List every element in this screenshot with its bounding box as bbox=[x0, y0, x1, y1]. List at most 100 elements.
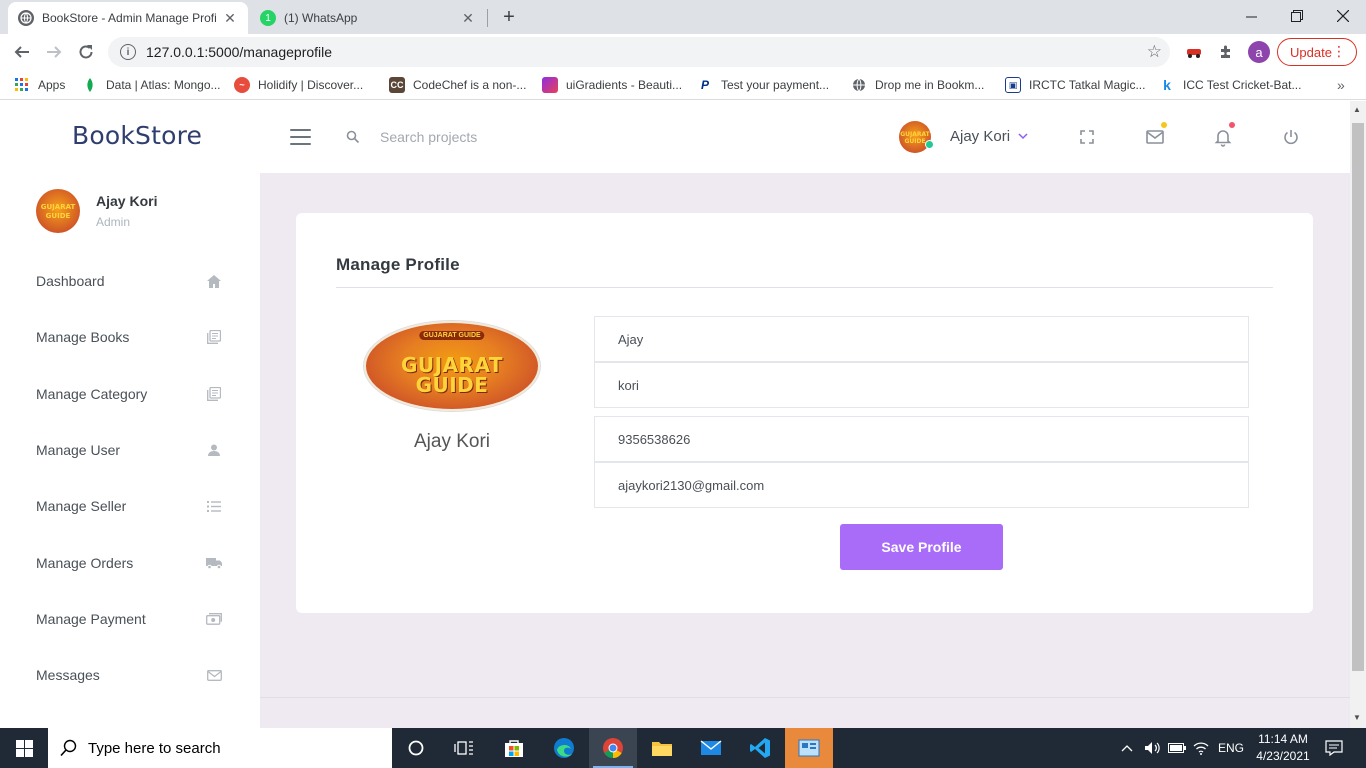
user-menu[interactable]: Ajay Kori bbox=[950, 128, 1028, 145]
volume-icon[interactable] bbox=[1144, 728, 1162, 768]
sidebar-item-label: Dashboard bbox=[36, 273, 105, 289]
sidebar-item-label: Messages bbox=[36, 667, 100, 683]
close-tab-icon[interactable]: ✕ bbox=[460, 10, 476, 26]
scrollbar-thumb[interactable] bbox=[1352, 123, 1364, 671]
page-scrollbar[interactable]: ▲ ▼ bbox=[1350, 101, 1366, 728]
sidebar-item-manage-seller[interactable]: Manage Seller bbox=[0, 486, 260, 526]
sidebar-item-manage-payment[interactable]: Manage Payment bbox=[0, 599, 260, 639]
power-icon[interactable] bbox=[1281, 127, 1301, 147]
bookmark-irctc[interactable]: ▣ IRCTC Tatkal Magic... bbox=[1005, 76, 1145, 94]
sidebar-item-manage-user[interactable]: Manage User bbox=[0, 430, 260, 470]
tab-whatsapp[interactable]: 1 (1) WhatsApp ✕ bbox=[250, 2, 486, 34]
show-hidden-icons[interactable] bbox=[1121, 728, 1133, 768]
battery-icon[interactable] bbox=[1168, 728, 1186, 768]
new-tab-button[interactable]: + bbox=[498, 6, 520, 28]
minimize-icon[interactable] bbox=[1228, 0, 1274, 32]
search-input[interactable] bbox=[372, 124, 672, 150]
task-view-icon[interactable] bbox=[440, 728, 488, 768]
sidebar-user-role: Admin bbox=[96, 215, 131, 229]
fullscreen-icon[interactable] bbox=[1077, 127, 1097, 147]
bookmark-label: uiGradients - Beauti... bbox=[566, 78, 683, 92]
clock-time: 11:14 AM bbox=[1258, 732, 1308, 746]
sidebar-item-label: Manage Payment bbox=[36, 611, 146, 627]
browser-toolbar: i 127.0.0.1:5000/manageprofile ☆ a Updat… bbox=[0, 34, 1366, 70]
bookmark-codechef[interactable]: CC CodeChef is a non-... bbox=[389, 76, 526, 94]
extensions-puzzle-icon[interactable] bbox=[1215, 41, 1237, 63]
menu-toggle-icon[interactable] bbox=[290, 129, 311, 145]
forward-icon[interactable] bbox=[42, 40, 66, 64]
restore-icon[interactable] bbox=[1274, 0, 1320, 32]
sidebar-item-messages[interactable]: Messages bbox=[0, 655, 260, 695]
language-indicator[interactable]: ENG bbox=[1218, 728, 1244, 768]
apps-grid-icon bbox=[14, 77, 30, 93]
sidebar-item-manage-books[interactable]: Manage Books bbox=[0, 317, 260, 357]
email-field[interactable] bbox=[594, 462, 1249, 508]
divider bbox=[336, 287, 1273, 288]
taskbar-search[interactable]: Type here to search bbox=[48, 728, 392, 768]
notifications-icon[interactable] bbox=[1325, 728, 1343, 768]
update-button[interactable]: Update ⋮ bbox=[1277, 38, 1357, 66]
wifi-icon[interactable] bbox=[1193, 728, 1209, 768]
sidebar-item-manage-category[interactable]: Manage Category bbox=[0, 374, 260, 414]
mail-app-icon[interactable] bbox=[687, 728, 735, 768]
bookmark-label: Test your payment... bbox=[721, 78, 830, 92]
sidebar-item-label: Manage Seller bbox=[36, 498, 127, 514]
microsoft-store-icon[interactable] bbox=[490, 728, 538, 768]
tab-title: BookStore - Admin Manage Profi bbox=[42, 11, 217, 25]
control-panel-icon[interactable] bbox=[785, 728, 833, 768]
cortana-icon[interactable] bbox=[392, 728, 440, 768]
system-clock[interactable]: 11:14 AM 4/23/2021 bbox=[1250, 731, 1316, 765]
bookmark-apps[interactable]: Apps bbox=[14, 76, 65, 94]
train-icon: ▣ bbox=[1005, 77, 1021, 93]
bookmark-label: Apps bbox=[38, 78, 66, 92]
phone-field[interactable] bbox=[594, 416, 1249, 462]
site-info-icon[interactable]: i bbox=[120, 44, 136, 60]
bookmarks-bar: Apps Data | Atlas: Mongo... ~ Holidify |… bbox=[0, 70, 1366, 100]
bell-icon[interactable] bbox=[1213, 127, 1233, 147]
first-name-field[interactable] bbox=[594, 316, 1249, 362]
extension-car-icon[interactable] bbox=[1183, 41, 1205, 63]
close-window-icon[interactable] bbox=[1320, 0, 1366, 32]
bookmark-label: Holidify | Discover... bbox=[258, 78, 364, 92]
vscode-icon[interactable] bbox=[736, 728, 784, 768]
bookmark-mongodb[interactable]: Data | Atlas: Mongo... bbox=[82, 76, 221, 94]
sidebar-item-label: Manage Books bbox=[36, 329, 130, 345]
bookmark-icc[interactable]: k ICC Test Cricket-Bat... bbox=[1159, 76, 1301, 94]
list-icon bbox=[206, 498, 222, 514]
sidebar-item-dashboard[interactable]: Dashboard bbox=[0, 261, 260, 301]
sidebar-item-manage-orders[interactable]: Manage Orders bbox=[0, 543, 260, 583]
last-name-field[interactable] bbox=[594, 362, 1249, 408]
scroll-up-icon[interactable]: ▲ bbox=[1353, 105, 1361, 114]
brand-logo[interactable]: BookStore bbox=[72, 121, 202, 150]
back-icon[interactable] bbox=[10, 40, 34, 64]
address-bar[interactable]: i 127.0.0.1:5000/manageprofile ☆ bbox=[108, 37, 1170, 67]
tab-bookstore[interactable]: BookStore - Admin Manage Profi ✕ bbox=[8, 2, 248, 34]
scroll-down-icon[interactable]: ▼ bbox=[1353, 713, 1361, 722]
user-icon bbox=[206, 442, 222, 458]
bookmark-label: CodeChef is a non-... bbox=[413, 78, 527, 92]
bookmark-star-icon[interactable]: ☆ bbox=[1147, 42, 1162, 62]
home-icon bbox=[206, 273, 222, 289]
close-tab-icon[interactable]: ✕ bbox=[222, 10, 238, 26]
profile-avatar-icon[interactable]: a bbox=[1248, 41, 1270, 63]
edge-icon[interactable] bbox=[540, 728, 588, 768]
bookmark-drop-me[interactable]: Drop me in Bookm... bbox=[851, 76, 984, 94]
holidify-icon: ~ bbox=[234, 77, 250, 93]
footer-divider bbox=[260, 697, 1350, 698]
windows-start-icon[interactable] bbox=[0, 728, 48, 768]
codechef-icon: CC bbox=[389, 77, 405, 93]
sidebar: GUJARAT GUIDE Ajay Kori Admin Dashboard M… bbox=[0, 173, 260, 728]
save-profile-button[interactable]: Save Profile bbox=[840, 524, 1003, 570]
bookmark-uigradients[interactable]: uiGradients - Beauti... bbox=[542, 76, 682, 94]
file-explorer-icon[interactable] bbox=[638, 728, 686, 768]
more-bookmarks-icon[interactable]: » bbox=[1337, 76, 1345, 94]
search-icon bbox=[60, 739, 77, 757]
bookmark-paypal[interactable]: P Test your payment... bbox=[697, 76, 829, 94]
bookmark-holidify[interactable]: ~ Holidify | Discover... bbox=[234, 76, 363, 94]
mongodb-leaf-icon bbox=[82, 77, 98, 93]
reload-icon[interactable] bbox=[74, 40, 98, 64]
mail-icon[interactable] bbox=[1145, 127, 1165, 147]
chrome-icon[interactable] bbox=[589, 728, 637, 768]
bookmark-label: Drop me in Bookm... bbox=[875, 78, 985, 92]
globe-icon bbox=[851, 77, 867, 93]
